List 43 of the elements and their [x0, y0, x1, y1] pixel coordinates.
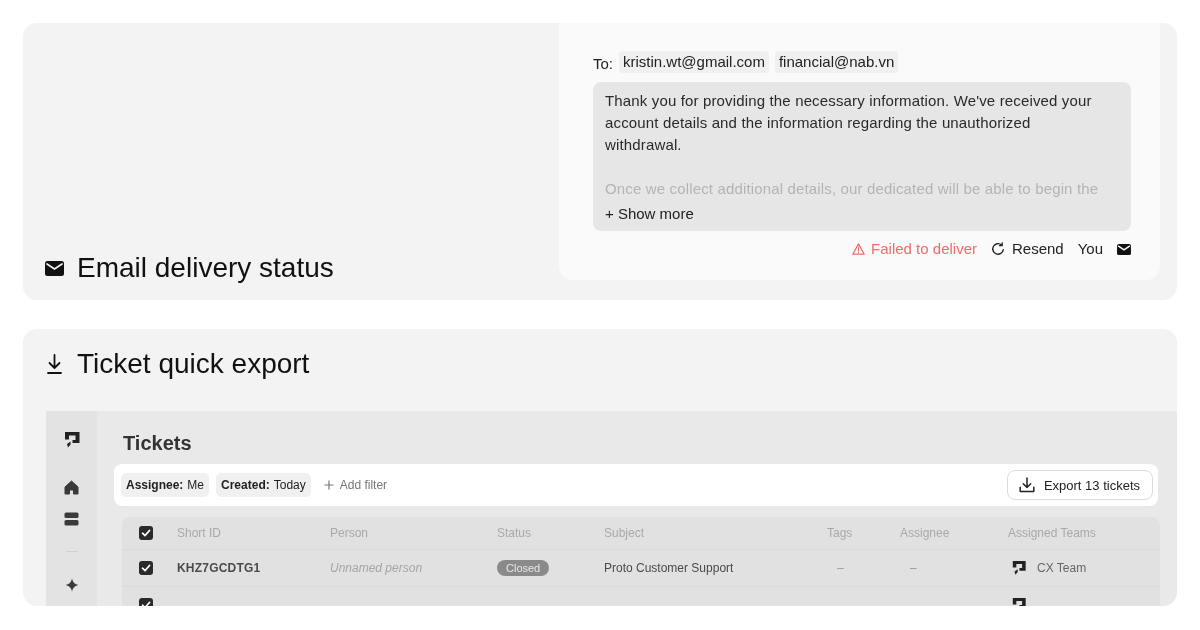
page-title: Tickets [122, 431, 192, 455]
checkbox[interactable] [139, 526, 153, 540]
logo-icon [1011, 560, 1027, 576]
section-title: Email delivery status [77, 253, 334, 283]
warning-icon [852, 243, 866, 255]
table-cell: Proto Customer Support [604, 561, 734, 575]
recipient-chip: financial@nab.vn [774, 51, 899, 73]
team-name: CX Team [1037, 561, 1087, 575]
download-icon [46, 354, 63, 374]
message-text: Thank you for providing the necessary information. We've received your account details and the information regarding the unauthorized withdrawal. [605, 91, 1093, 155]
table-cell: Unnamed person [330, 561, 423, 575]
table-cell: KHZ7GCDTG1 [177, 561, 261, 575]
table-cell: – [837, 561, 844, 575]
column-header[interactable]: Subject [604, 526, 645, 540]
filter-chip[interactable]: Created: Today [216, 473, 311, 497]
mail-icon [45, 260, 64, 276]
filter-chip[interactable]: Assignee: Me [121, 473, 210, 497]
recipients-label: To: [593, 54, 613, 72]
table-cell: – [910, 561, 917, 575]
column-header[interactable]: Person [330, 526, 369, 540]
column-header[interactable]: Short ID [177, 526, 221, 540]
delivery-status: Failed to deliver [871, 239, 977, 259]
download-icon [1018, 477, 1035, 493]
column-header[interactable]: Tags [827, 526, 853, 540]
column-header[interactable]: Assigned Teams [1008, 526, 1096, 540]
column-header[interactable]: Assignee [900, 526, 950, 540]
show-more-button[interactable]: + Show more [605, 203, 694, 225]
recipient-chip: kristin.wt@gmail.com [619, 51, 769, 73]
column-header[interactable]: Status [497, 526, 532, 540]
export-button[interactable]: Export 13 tickets [1006, 470, 1153, 500]
refresh-icon [991, 242, 1005, 256]
home-icon[interactable] [64, 480, 79, 495]
plus-icon [323, 480, 334, 490]
checkbox[interactable] [139, 561, 153, 575]
sender-name: You [1077, 239, 1103, 259]
resend-button[interactable]: Resend [991, 238, 1064, 260]
status-badge: Closed [497, 560, 550, 576]
logo-icon[interactable] [62, 431, 81, 449]
stack-icon[interactable] [64, 512, 79, 526]
sparkle-icon[interactable] [64, 578, 79, 592]
mail-icon [1117, 243, 1131, 255]
add-filter-button[interactable]: Add filter [323, 478, 388, 492]
section-title: Ticket quick export [77, 349, 310, 379]
